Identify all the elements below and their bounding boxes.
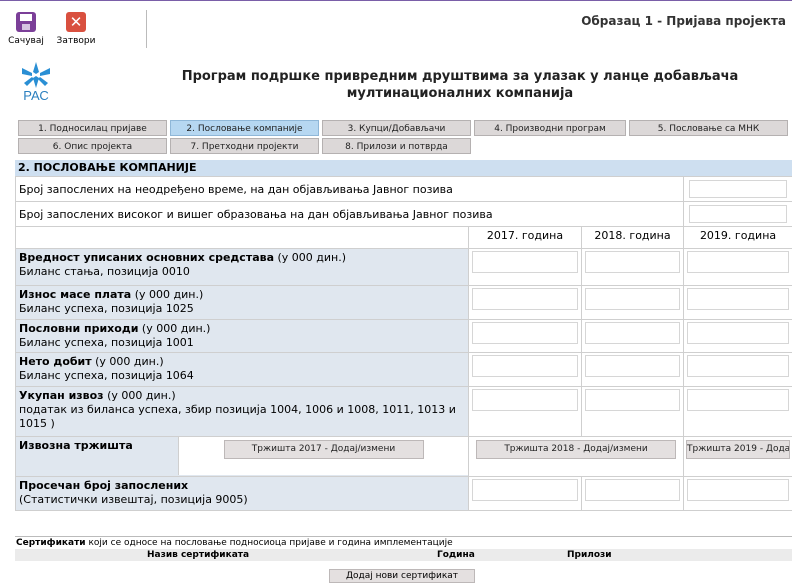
avg-employees-2017-input[interactable] [472, 479, 578, 501]
net-profit-2019-input[interactable] [687, 355, 790, 377]
net-profit-2018-input[interactable] [585, 355, 681, 377]
net-profit-2017-input[interactable] [472, 355, 578, 377]
row-title: Пословни приходи [19, 322, 139, 335]
business-table: Број запослених на неодређено време, на … [14, 176, 792, 511]
row-net-profit: Нето добит (у 000 дин.) Биланс успеха, п… [15, 352, 469, 387]
save-label: Сачувај [8, 36, 44, 46]
operating-income-2017-input[interactable] [472, 322, 578, 344]
row-title: Вредност уписаних основних средстава [19, 251, 275, 264]
close-button[interactable]: ✕ Затвори [50, 12, 102, 46]
employees-indefinite-label: Број запослених на неодређено време, на … [14, 176, 685, 202]
top-border [0, 0, 792, 1]
row-subtitle: Биланс успеха, позиција 1025 [19, 302, 194, 315]
add-certificate-button[interactable]: Додај нови сертификат [329, 569, 475, 583]
tab-bar: 1. Подносилац пријаве 2. Пословање компа… [18, 120, 788, 156]
row-operating-income: Пословни приходи (у 000 дин.) Биланс усп… [15, 319, 469, 353]
row-title: Укупан извоз [19, 389, 104, 402]
ras-logo: РАС [20, 61, 52, 103]
row-total-export: Укупан извоз (у 000 дин.) податак из бил… [15, 386, 469, 437]
fixed-assets-2019-input[interactable] [687, 251, 790, 273]
fixed-assets-2017-input[interactable] [472, 251, 578, 273]
salary-mass-2018-input[interactable] [585, 288, 681, 310]
export-markets-label: Извозна тржишта [19, 439, 133, 452]
form-title: Образац 1 - Пријава пројекта [581, 14, 786, 28]
row-avg-employees: Просечан број запослених (Статистички из… [15, 476, 469, 511]
row-salary-mass: Износ масе плата (у 000 дин.) Биланс усп… [15, 285, 469, 320]
program-title-line1: Програм подршке привредним друштвима за … [181, 69, 739, 84]
section-title: 2. ПОСЛОВАЊЕ КОМПАНИЈЕ [15, 160, 792, 176]
program-title-line2: мултинационалних компанија [346, 86, 574, 101]
tab-applicant[interactable]: 1. Подносилац пријаве [18, 120, 167, 136]
markets-2018-button[interactable]: Тржишта 2018 - Додај/измени [476, 440, 677, 459]
save-button[interactable]: Сачувај [0, 12, 52, 46]
tab-buyers-suppliers[interactable]: 3. Купци/Добављачи [322, 120, 471, 136]
tab-attachments[interactable]: 8. Прилози и потврда [322, 138, 471, 154]
row-fixed-assets: Вредност уписаних основних средстава (у … [15, 248, 469, 286]
avg-employees-2019-input[interactable] [687, 479, 790, 501]
markets-2017-button[interactable]: Тржишта 2017 - Додај/измени [223, 440, 424, 459]
operating-income-2019-input[interactable] [687, 322, 790, 344]
tab-mnc[interactable]: 5. Пословање са МНК [629, 120, 788, 136]
tab-project-description[interactable]: 6. Опис пројекта [18, 138, 167, 154]
salary-mass-2019-input[interactable] [687, 288, 790, 310]
row-title: Нето добит [19, 355, 92, 368]
col-certificate-name: Назив сертификата [147, 550, 250, 560]
row-export-markets: Извозна тржишта Тржишта 2017 - Додај/изм… [15, 436, 469, 477]
toolbar-separator [146, 10, 147, 48]
employees-higher-edu-label: Број запослених високог и вишег образова… [14, 201, 685, 227]
row-subtitle: Биланс успеха, позиција 1064 [19, 369, 194, 382]
row-subtitle: (Статистички извештај, позиција 9005) [19, 493, 248, 506]
row-subtitle: Биланс успеха, позиција 1001 [19, 336, 194, 349]
salary-mass-2017-input[interactable] [472, 288, 578, 310]
certificates-header: Назив сертификата Година Прилози [15, 549, 792, 561]
row-subtitle: податак из биланса успеха, збир позиција… [19, 403, 456, 430]
total-export-2018-input[interactable] [585, 389, 681, 411]
year-2019-header: 2019. година [683, 226, 792, 249]
total-export-2019-input[interactable] [687, 389, 790, 411]
floppy-disk-icon [16, 12, 36, 32]
total-export-2017-input[interactable] [472, 389, 578, 411]
operating-income-2018-input[interactable] [585, 322, 681, 344]
tab-production[interactable]: 4. Производни програм [474, 120, 626, 136]
certificates-section: Сертификати који се односе на пословање … [15, 536, 792, 561]
ras-logo-text: РАС [23, 88, 49, 103]
markets-2019-button[interactable]: Тржишта 2019 - Додај/измени [686, 440, 791, 459]
year-2018-header: 2018. година [580, 226, 685, 249]
row-subtitle: Биланс стања, позиција 0010 [19, 265, 190, 278]
fixed-assets-2018-input[interactable] [585, 251, 681, 273]
row-title: Просечан број запослених [19, 479, 189, 492]
row-title: Износ масе плата [19, 288, 132, 301]
tab-business[interactable]: 2. Пословање компаније [170, 120, 319, 136]
program-title: Програм подршке привредним друштвима за … [120, 68, 792, 102]
col-attachments: Прилози [567, 550, 612, 560]
certificates-title: Сертификати који се односе на пословање … [15, 536, 792, 549]
employees-higher-edu-input[interactable] [689, 205, 788, 223]
ras-logo-star-icon [22, 62, 50, 88]
employees-indefinite-input[interactable] [689, 180, 788, 198]
close-label: Затвори [56, 36, 96, 46]
year-2017-header: 2017. година [468, 226, 582, 249]
tab-previous-projects[interactable]: 7. Претходни пројекти [170, 138, 319, 154]
close-icon: ✕ [66, 12, 86, 32]
col-year: Година [437, 550, 475, 560]
avg-employees-2018-input[interactable] [585, 479, 681, 501]
